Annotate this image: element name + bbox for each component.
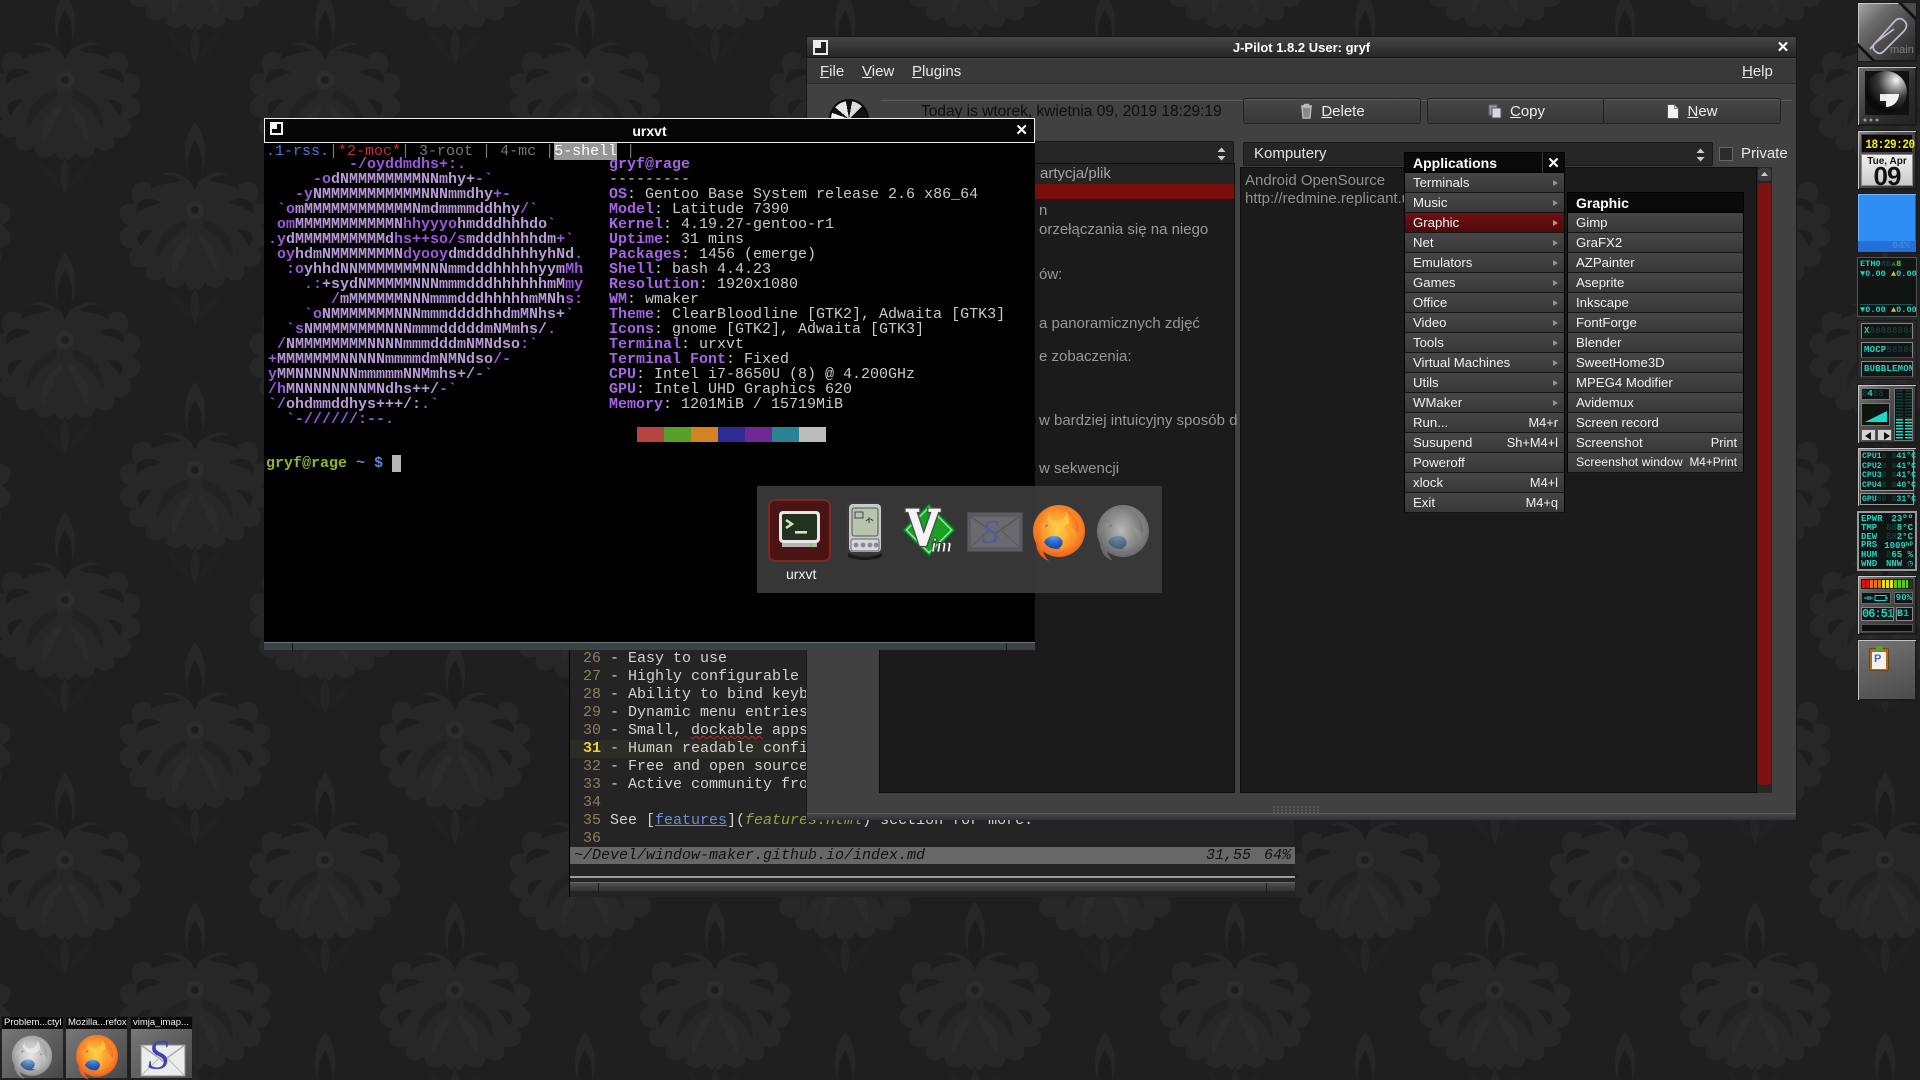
svg-text:S: S bbox=[982, 514, 999, 551]
svg-text:main: main bbox=[1890, 44, 1914, 56]
svg-text:S: S bbox=[148, 1035, 169, 1079]
svg-text:im: im bbox=[931, 535, 952, 557]
